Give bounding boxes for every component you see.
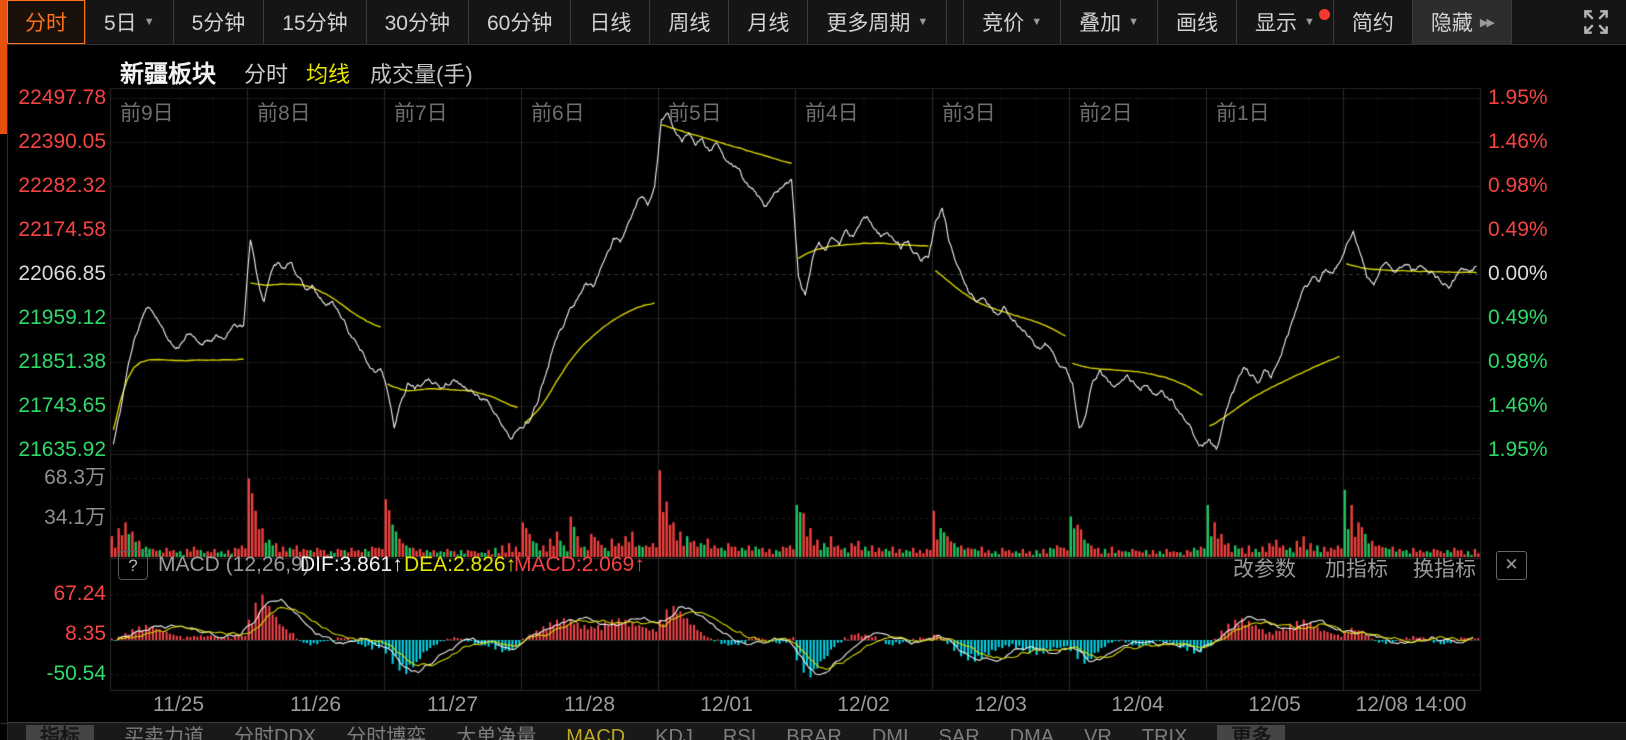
bottom-bar-item-2[interactable]: 买卖力道 bbox=[124, 725, 204, 740]
bottom-indicator-bar: 指标 买卖力道 分时DDX 分时博弈 大单净量 MACD KDJ RSI BRAR DMI SAR D… bbox=[8, 722, 1626, 740]
toolbar-item-9[interactable]: 月线 bbox=[729, 0, 808, 44]
toolbar-item-5[interactable]: 30分钟 bbox=[367, 0, 469, 44]
bottom-bar-item-15[interactable]: 更多 bbox=[1217, 725, 1285, 740]
toolbar-item-1[interactable]: 分时 bbox=[7, 0, 86, 44]
toolbar-item-15[interactable]: 简约 bbox=[1334, 0, 1413, 44]
up-arrow-icon: ↑ bbox=[392, 553, 403, 576]
macd-indicator-name: MACD (12,26,9) bbox=[158, 553, 310, 577]
toolbar-item-3[interactable]: 5分钟 bbox=[174, 0, 265, 44]
chevron-down-icon: ▼ bbox=[1304, 16, 1315, 28]
macd-dea-value: DEA:2.826↑ bbox=[404, 553, 516, 577]
toolbar-item-label: 日线 bbox=[589, 7, 631, 37]
up-arrow-icon: ↑ bbox=[634, 553, 645, 576]
bottom-bar-item-10[interactable]: DMI bbox=[872, 725, 909, 740]
bottom-bar-item-8[interactable]: RSI bbox=[723, 725, 756, 740]
toolbar-item-10[interactable]: 更多周期 ▼ bbox=[808, 0, 947, 44]
symbol-name: 新疆板块 bbox=[120, 54, 216, 89]
bottom-bar-item-13[interactable]: VR bbox=[1084, 725, 1112, 740]
double-arrow-icon: ▶▶ bbox=[1480, 16, 1493, 29]
close-indicator-button[interactable]: ✕ bbox=[1496, 551, 1527, 580]
toolbar-item-label: 月线 bbox=[747, 7, 789, 37]
switch-indicator-button[interactable]: 换指标 bbox=[1413, 553, 1476, 583]
toolbar-item-4[interactable]: 15分钟 bbox=[264, 0, 366, 44]
notification-dot bbox=[1319, 9, 1330, 20]
bottom-bar-item-5[interactable]: 大单净量 bbox=[456, 725, 536, 740]
chevron-down-icon: ▼ bbox=[144, 16, 155, 28]
chart-canvas[interactable] bbox=[0, 0, 1626, 740]
toolbar-item-16[interactable]: 隐藏 ▶▶ bbox=[1413, 0, 1512, 44]
legend-period: 分时 bbox=[244, 57, 288, 89]
toolbar-item-7[interactable]: 日线 bbox=[571, 0, 650, 44]
toolbar-item-label: 显示 bbox=[1255, 7, 1297, 37]
toolbar-item-8[interactable]: 周线 bbox=[650, 0, 729, 44]
toolbar-item-12[interactable]: 叠加 ▼ bbox=[1061, 0, 1158, 44]
toolbar-item-label: 30分钟 bbox=[385, 7, 450, 37]
chevron-down-icon: ▼ bbox=[1128, 16, 1139, 28]
toolbar-item-label: 更多周期 bbox=[826, 7, 910, 37]
chevron-down-icon: ▼ bbox=[917, 16, 928, 28]
toolbar-item-11[interactable]: 竞价 ▼ bbox=[963, 0, 1061, 44]
chevron-down-icon: ▼ bbox=[1031, 16, 1042, 28]
toolbar-item-2[interactable]: 5日 ▼ bbox=[86, 0, 174, 44]
bottom-bar-item-4[interactable]: 分时博弈 bbox=[346, 725, 426, 740]
bottom-bar-item-6[interactable]: MACD bbox=[566, 725, 625, 740]
legend-ma: 均线 bbox=[306, 57, 350, 89]
macd-dif-value: DIF:3.861↑ bbox=[300, 553, 403, 577]
toolbar-item-label: 周线 bbox=[668, 7, 710, 37]
toolbar-item-label: 分时 bbox=[25, 7, 67, 37]
toolbar-item-label: 竞价 bbox=[982, 7, 1024, 37]
left-accent-strip bbox=[0, 0, 7, 134]
bottom-bar-item-11[interactable]: SAR bbox=[939, 725, 980, 740]
toolbar-item-label: 画线 bbox=[1176, 7, 1218, 37]
macd-help-button[interactable]: ? bbox=[118, 551, 148, 580]
left-border-line bbox=[7, 44, 8, 740]
fullscreen-icon[interactable] bbox=[1580, 6, 1612, 38]
toolbar-item-6[interactable]: 60分钟 bbox=[469, 0, 571, 44]
toolbar-item-13[interactable]: 画线 bbox=[1158, 0, 1237, 44]
toolbar-item-label: 隐藏 bbox=[1431, 7, 1473, 37]
toolbar-item-label: 60分钟 bbox=[487, 7, 552, 37]
bottom-bar-item-9[interactable]: BRAR bbox=[786, 725, 842, 740]
bottom-bar-item-3[interactable]: 分时DDX bbox=[234, 725, 316, 740]
change-params-button[interactable]: 改参数 bbox=[1233, 553, 1296, 583]
toolbar-item-label: 5分钟 bbox=[192, 7, 246, 37]
toolbar-item-14[interactable]: 显示 ▼ bbox=[1237, 0, 1334, 44]
toolbar-item-label: 叠加 bbox=[1079, 7, 1121, 37]
macd-macd-value: MACD:2.069↑ bbox=[514, 553, 645, 577]
add-indicator-button[interactable]: 加指标 bbox=[1325, 553, 1388, 583]
bottom-bar-item-12[interactable]: DMA bbox=[1010, 725, 1054, 740]
toolbar-item-label: 15分钟 bbox=[282, 7, 347, 37]
bottom-bar-item-7[interactable]: KDJ bbox=[655, 725, 693, 740]
toolbar-item-label: 简约 bbox=[1352, 7, 1394, 37]
bottom-bar-item-14[interactable]: TRIX bbox=[1142, 725, 1188, 740]
chart-legend: 新疆板块 分时 均线 成交量(手) bbox=[0, 54, 1626, 86]
toolbar-item-label: 5日 bbox=[104, 7, 137, 37]
period-toolbar: 分时5日▼5分钟15分钟30分钟60分钟日线周线月线更多周期▼竞价▼叠加▼画线显… bbox=[7, 0, 1626, 45]
legend-volume: 成交量(手) bbox=[370, 57, 473, 89]
bottom-bar-item-1[interactable]: 指标 bbox=[26, 725, 94, 740]
